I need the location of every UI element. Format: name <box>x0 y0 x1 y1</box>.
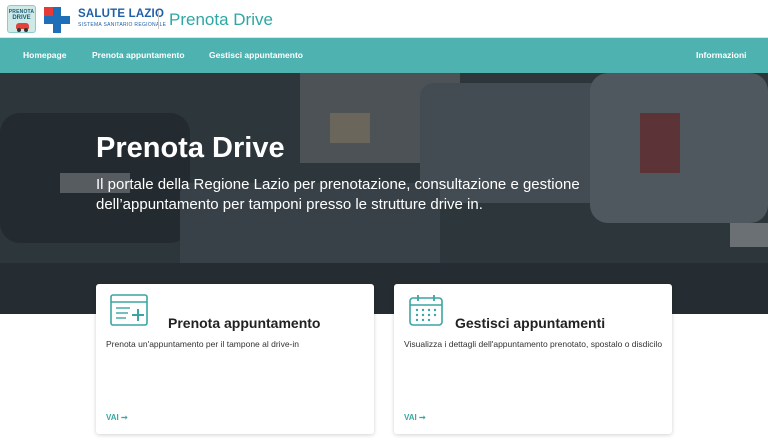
hero-banner: Prenota Drive Il portale della Regione L… <box>0 73 768 314</box>
header-divider <box>158 10 159 29</box>
card-action-link[interactable]: VAI ➞ <box>404 413 426 423</box>
card-prenota-appuntamento[interactable]: Prenota appuntamento Prenota un'appuntam… <box>96 284 374 434</box>
salute-lazio-cross-icon <box>44 7 70 33</box>
wheel-icon <box>24 28 28 32</box>
main-navbar: Homepage Prenota appuntamento Gestisci a… <box>0 38 768 73</box>
card-description: Prenota un'appuntamento per il tampone a… <box>106 339 299 349</box>
logo-text-drive: DRIVE <box>12 15 31 21</box>
brand-name: SALUTE LAZIO <box>78 8 165 20</box>
calendar-icon <box>409 295 443 326</box>
app-title[interactable]: Prenota Drive <box>169 10 273 30</box>
hero-title: Prenota Drive <box>96 132 285 164</box>
brand-subtitle: SISTEMA SANITARIO REGIONALE <box>78 22 167 28</box>
prenota-drive-logo[interactable]: PRENOTA DRIVE <box>7 5 36 33</box>
top-header: PRENOTA DRIVE SALUTE LAZIO SISTEMA SANIT… <box>0 0 768 38</box>
card-title: Gestisci appuntamenti <box>455 315 606 331</box>
nav-homepage[interactable]: Homepage <box>23 50 66 61</box>
nav-prenota-appuntamento[interactable]: Prenota appuntamento <box>92 50 185 61</box>
card-title: Prenota appuntamento <box>168 315 321 331</box>
card-action-link[interactable]: VAI ➞ <box>106 413 128 423</box>
form-plus-icon <box>110 294 148 326</box>
nav-gestisci-appuntamento[interactable]: Gestisci appuntamento <box>209 50 303 61</box>
wheel-icon <box>17 28 21 32</box>
card-description: Visualizza i dettagli dell'appuntamento … <box>404 339 663 349</box>
salute-lazio-brand[interactable]: SALUTE LAZIO SISTEMA SANITARIO REGIONALE <box>78 8 166 28</box>
nav-informazioni[interactable]: Informazioni <box>696 50 747 61</box>
card-gestisci-appuntamenti[interactable]: Gestisci appuntamenti Visualizza i detta… <box>394 284 672 434</box>
hero-subtitle: Il portale della Regione Lazio per preno… <box>96 176 580 213</box>
